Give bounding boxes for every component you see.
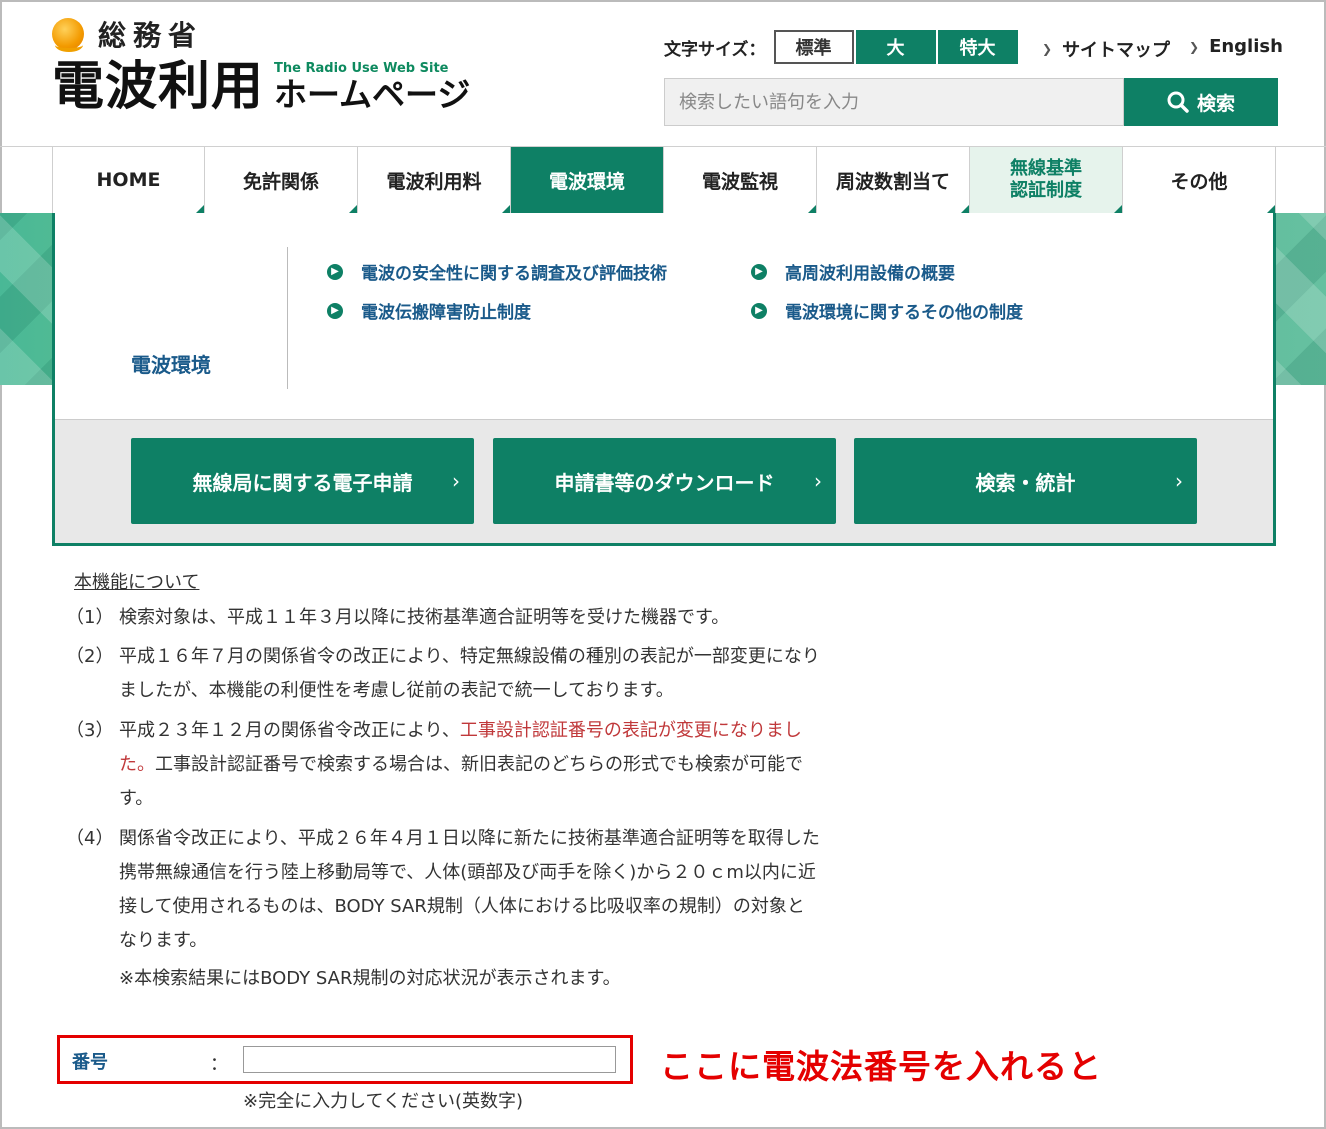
chevron-right-icon: ❯ [1042,42,1053,56]
mega-link-label: 高周波利用設備の概要 [785,264,955,284]
nav-frequency-allocation[interactable]: 周波数割当て [817,147,970,213]
site-search: 検索 [664,78,1278,126]
mega-menu-quick-buttons: 無線局に関する電子申請 › 申請書等のダウンロード › 検索・統計 › [55,419,1273,543]
chevron-right-icon: › [1175,469,1183,493]
notice-number: （4） [66,828,114,849]
chevron-right-icon: ❯ [1189,39,1200,54]
notice-text-highlight[interactable]: た。 [119,754,155,775]
mega-link-high-frequency[interactable]: ▶ 高周波利用設備の概要 [751,259,955,284]
mega-link-propagation[interactable]: ▶ 電波伝搬障害防止制度 [327,298,531,323]
body-sar-note: ※本検索結果にはBODY SAR規制の対応状況が表示されます。 [119,968,621,989]
search-button[interactable]: 検索 [1124,78,1278,126]
download-forms-button[interactable]: 申請書等のダウンロード › [493,438,836,524]
font-size-switcher: 文字サイズ： 標準 大 特大 [664,30,1018,64]
notice-line: す。 [119,788,154,809]
nav-usage-fee[interactable]: 電波利用料 [358,147,511,213]
mega-link-other-systems[interactable]: ▶ 電波環境に関するその他の制度 [751,298,1023,323]
mega-link-label: 電波の安全性に関する調査及び評価技術 [361,264,667,284]
notice-line: 接して使用されるものは、BODY SAR規制（人体における比吸収率の規制）の対象… [119,896,805,917]
site-title-main: 電波利用 [52,57,265,117]
about-function-link[interactable]: 本機能について [74,568,199,594]
notice-text: 平成２３年１２月の関係省令改正により、工事設計認証番号の表記が変更になりまし た… [119,714,899,816]
sitemap-link-label: サイトマップ [1062,40,1171,61]
notice-text: 検索対象は、平成１１年３月以降に技術基準適合証明等を受けた機器です。 [119,601,899,635]
notice-line: 関係省令改正により、平成２６年４月１日以降に新たに技術基準適合証明等を取得した [119,828,820,849]
font-size-large-button[interactable]: 大 [855,30,936,64]
nav-radio-monitoring[interactable]: 電波監視 [664,147,817,213]
notice-text: 関係省令改正により、平成２６年４月１日以降に新たに技術基準適合証明等を取得した … [119,822,899,996]
nav-radio-environment[interactable]: 電波環境 [511,147,664,213]
notice-number: （2） [66,646,114,667]
site-title-english: The Radio Use Web Site [274,61,449,76]
notice-text-normal: 平成２３年１２月の関係省令改正により、 [119,720,460,741]
ministry-name: 総務省 [98,19,204,52]
mega-link-label: 電波伝搬障害防止制度 [361,303,531,323]
site-logo[interactable]: 総務省 電波利用 The Radio Use Web Site ホームページ [52,14,470,116]
global-nav: HOME 免許関係 電波利用料 電波環境 電波監視 周波数割当て 無線基準 認証… [52,147,1276,213]
search-input[interactable] [664,78,1124,126]
notice-line: 平成１６年７月の関係省令の改正により、特定無線設備の種別の表記が一部変更になり [119,646,820,667]
notice-line: ましたが、本機能の利便性を考慮し従前の表記で統一しております。 [119,680,674,701]
mega-link-label: 電波環境に関するその他の制度 [785,303,1023,323]
arrow-circle-icon: ▶ [327,263,343,280]
search-statistics-button[interactable]: 検索・統計 › [854,438,1197,524]
mic-logo-icon [52,18,84,52]
arrow-circle-icon: ▶ [751,263,767,280]
mega-link-safety[interactable]: ▶ 電波の安全性に関する調査及び評価技術 [327,259,667,284]
font-size-label: 文字サイズ： [664,39,766,60]
number-input-hint: ※完全に入力してください(英数字) [243,1091,524,1112]
font-size-standard-button[interactable]: 標準 [773,30,854,64]
mega-menu-dropdown: 電波環境 ▶ 電波の安全性に関する調査及び評価技術 ▶ 高周波利用設備の概要 ▶… [52,213,1276,546]
notice-line: なります。 [119,930,208,951]
notice-line: 検索対象は、平成１１年３月以降に技術基準適合証明等を受けた機器です。 [119,607,730,628]
annotation-callout: ここに電波法番号を入れると [660,1047,1102,1086]
chevron-right-icon: › [814,469,822,493]
nav-certification[interactable]: 無線基準 認証制度 [970,147,1123,213]
search-statistics-button-label: 検索・統計 [975,470,1076,495]
arrow-circle-icon: ▶ [327,302,343,319]
arrow-circle-icon: ▶ [751,302,767,319]
nav-license[interactable]: 免許関係 [205,147,358,213]
number-field-colon: ： [210,1054,228,1075]
nav-home[interactable]: HOME [52,147,205,213]
notice-line: 平成２３年１２月の関係省令改正により、工事設計認証番号の表記が変更になりまし [119,714,899,748]
search-button-label: 検索 [1196,92,1235,115]
nav-other[interactable]: その他 [1123,147,1276,213]
font-size-xlarge-button[interactable]: 特大 [937,30,1018,64]
e-application-button-label: 無線局に関する電子申請 [192,470,413,495]
site-title-homepage: ホームページ [274,75,471,114]
notice-number: （3） [66,720,114,741]
notice-line: 携帯無線通信を行う陸上移動局等で、人体(頭部及び両手を除く)から２０ｃm以内に近 [119,862,816,883]
english-link[interactable]: ❯ English [1189,36,1283,57]
notice-text-highlight[interactable]: 工事設計認証番号の表記が変更になりまし [460,720,802,741]
download-forms-button-label: 申請書等のダウンロード [554,470,775,495]
notice-text: 平成１６年７月の関係省令の改正により、特定無線設備の種別の表記が一部変更になり … [119,640,899,708]
mega-menu-category-link[interactable]: 電波環境 [131,349,211,378]
sitemap-link[interactable]: ❯ サイトマップ [1042,36,1170,62]
mega-menu-divider [287,247,288,389]
notice-number: （1） [66,607,114,628]
english-link-label: English [1209,36,1283,57]
number-input[interactable] [243,1046,616,1073]
mega-menu-links-panel: 電波環境 ▶ 電波の安全性に関する調査及び評価技術 ▶ 高周波利用設備の概要 ▶… [55,213,1273,419]
chevron-right-icon: › [452,469,460,493]
number-field-label: 番号 [72,1052,108,1073]
notice-line: た。工事設計認証番号で検索する場合は、新旧表記のどちらの形式でも検索が可能で [119,748,899,782]
e-application-button[interactable]: 無線局に関する電子申請 › [131,438,474,524]
notice-text-normal: 工事設計認証番号で検索する場合は、新旧表記のどちらの形式でも検索が可能で [155,754,803,775]
search-icon [1167,91,1189,113]
